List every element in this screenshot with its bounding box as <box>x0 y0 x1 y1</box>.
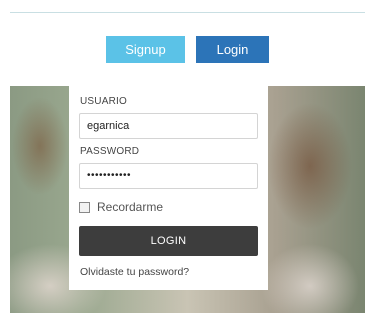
login-submit-button[interactable]: LOGIN <box>79 226 258 256</box>
password-field[interactable]: ••••••••••• <box>79 163 258 189</box>
username-field[interactable]: egarnica <box>79 113 258 139</box>
remember-checkbox[interactable] <box>79 201 90 213</box>
password-label: PASSWORD <box>80 146 140 157</box>
login-tab-button[interactable]: Login <box>196 36 269 63</box>
signup-button[interactable]: Signup <box>106 36 185 63</box>
remember-me-toggle[interactable]: Recordarme <box>79 200 163 214</box>
forgot-password-link[interactable]: Olvidaste tu password? <box>80 266 189 278</box>
username-label: USUARIO <box>80 96 127 107</box>
header-divider <box>10 12 365 13</box>
remember-label: Recordarme <box>97 200 164 214</box>
